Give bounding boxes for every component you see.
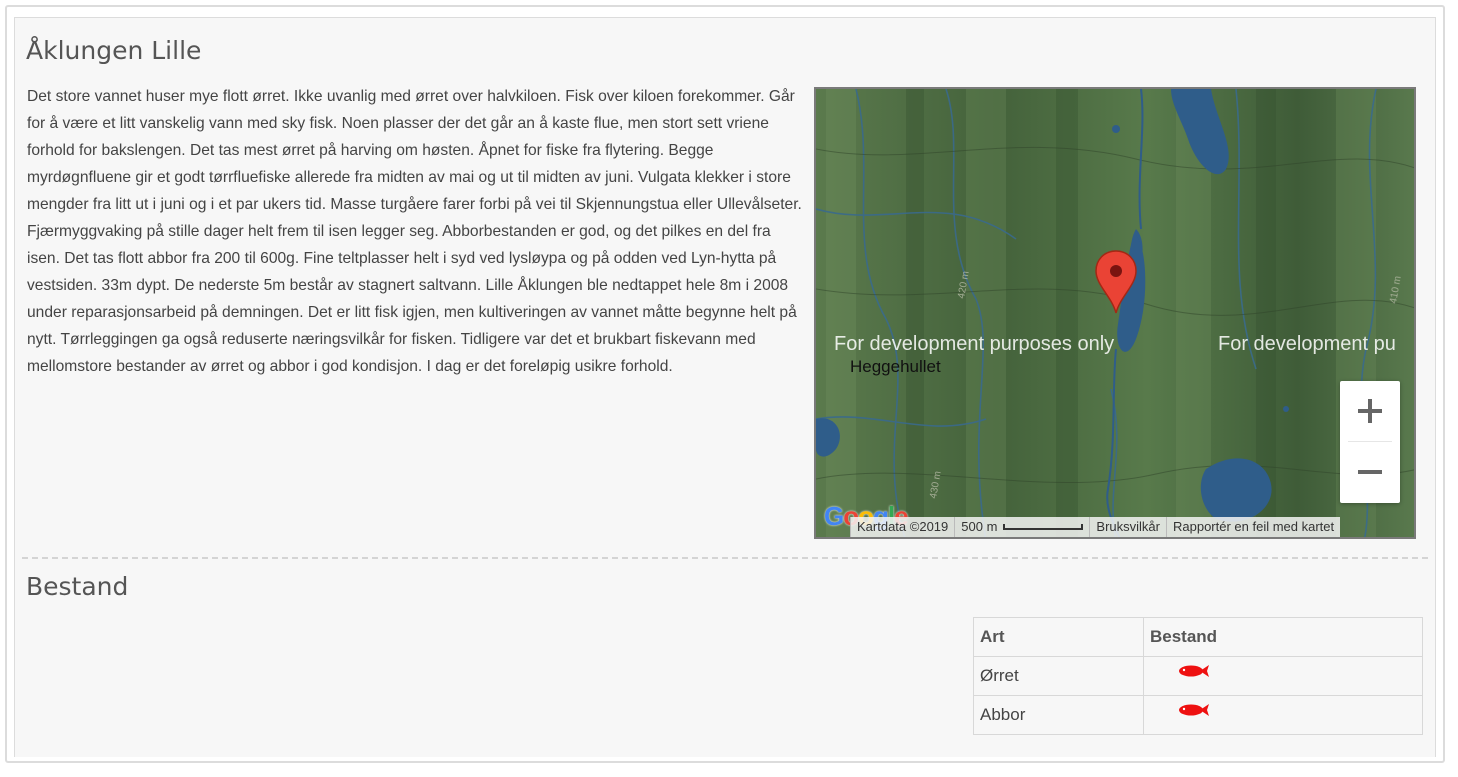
stock-level-cell [1143, 695, 1423, 735]
bestand-table: Art Bestand Ørret Abbor [973, 617, 1423, 735]
species-name: Abbor [973, 695, 1144, 735]
minus-icon [1358, 470, 1382, 474]
report-error-link[interactable]: Rapportér en feil med kartet [1165, 517, 1341, 537]
scale-indicator[interactable]: 500 m [954, 517, 1090, 537]
table-row: Ørret [973, 656, 1423, 696]
plus-icon [1358, 399, 1382, 423]
fish-icon [1179, 704, 1209, 716]
column-header-art: Art [973, 617, 1144, 657]
kartdata-label: Kartdata ©2019 [850, 517, 955, 537]
bestand-heading: Bestand [26, 572, 129, 601]
dev-watermark-left: For development purposes only [834, 333, 1115, 355]
terms-link[interactable]: Bruksvilkår [1089, 517, 1166, 537]
map-widget[interactable]: 420 m 430 m 410 m For development purpos… [814, 87, 1416, 539]
column-header-bestand: Bestand [1143, 617, 1423, 657]
map-attribution: Kartdata ©2019 500 m Bruksvilkår Rapport… [850, 517, 1341, 537]
place-label: Heggehullet [850, 357, 941, 376]
species-name: Ørret [973, 656, 1144, 696]
dev-watermark-right: For development pu [1218, 333, 1396, 355]
zoom-out-button[interactable] [1340, 442, 1400, 502]
page-title: Åklungen Lille [26, 36, 202, 65]
table-header-row: Art Bestand [973, 617, 1423, 657]
scale-bar [1003, 524, 1084, 530]
map-marker-icon[interactable] [1094, 249, 1138, 315]
section-divider [22, 557, 1428, 559]
zoom-controls [1340, 381, 1400, 503]
zoom-in-button[interactable] [1340, 381, 1400, 441]
table-row: Abbor [973, 695, 1423, 735]
scale-label: 500 m [961, 519, 998, 534]
fish-icon [1179, 665, 1209, 677]
lake-description: Det store vannet huser mye flott ørret. … [27, 88, 802, 375]
stock-level-cell [1143, 656, 1423, 696]
